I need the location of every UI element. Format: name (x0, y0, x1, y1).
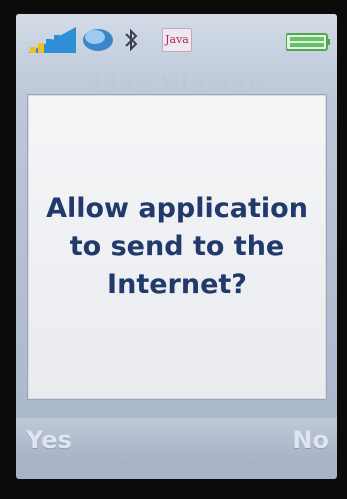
java-icon: Java (162, 28, 192, 52)
signal-icon (28, 27, 76, 53)
softkey-bar: Yes No (16, 418, 337, 463)
battery-icon (286, 33, 330, 51)
network-icon (83, 29, 113, 51)
permission-dialog: Allow application to send to the Interne… (27, 94, 327, 400)
phone-screen: Java Live Viewer Allow application to se… (16, 14, 337, 479)
status-bar: Java (16, 14, 337, 64)
yes-softkey[interactable]: Yes (26, 426, 72, 454)
bluetooth-icon (125, 28, 138, 52)
no-softkey[interactable]: No (292, 426, 329, 454)
dialog-message: Allow application to send to the Interne… (46, 192, 308, 301)
